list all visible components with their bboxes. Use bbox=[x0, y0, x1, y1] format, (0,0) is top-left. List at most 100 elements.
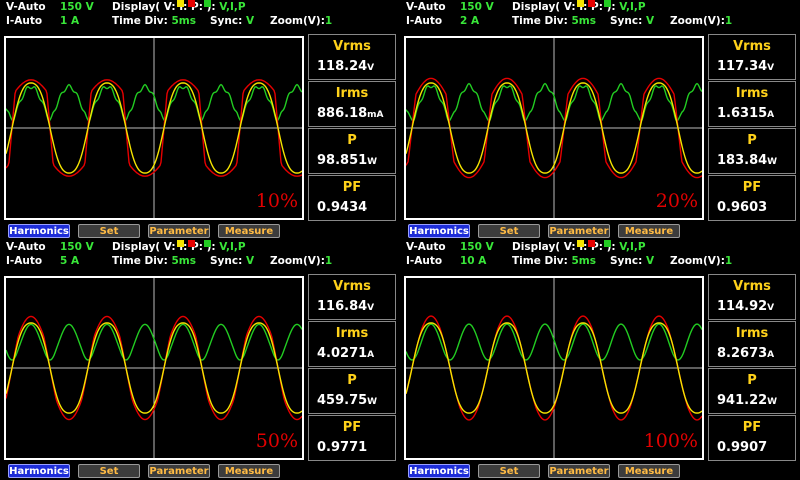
i-mode: I-Auto bbox=[6, 255, 43, 267]
display-setting: Display( V: I: P: ): V,I,P bbox=[512, 240, 646, 253]
power-box: P 98.851W bbox=[308, 128, 396, 174]
time-div: Time Div: 5ms bbox=[512, 255, 596, 267]
irms-label: Irms bbox=[735, 326, 769, 341]
load-percentage: 50% bbox=[255, 430, 298, 452]
power-value: 459.75W bbox=[317, 393, 378, 408]
voltage-color-swatch bbox=[176, 240, 184, 247]
status-header-line2: I-Auto 5 A Time Div: 5ms Sync: V Zoom(V)… bbox=[0, 254, 400, 268]
waveform-display: 20% bbox=[404, 36, 704, 220]
status-header: V-Auto 150 V Display( V: I: P: ): V,I,P bbox=[0, 240, 400, 254]
current-color-swatch bbox=[588, 0, 596, 7]
measure-button[interactable]: Measure bbox=[218, 464, 280, 478]
vrms-box: Vrms 117.34V bbox=[708, 34, 796, 80]
irms-box: Irms 886.18mA bbox=[308, 81, 396, 127]
vrms-box: Vrms 116.84V bbox=[308, 274, 396, 320]
sync: Sync: V bbox=[610, 15, 655, 27]
set-button[interactable]: Set bbox=[478, 464, 540, 478]
status-header-line2: I-Auto 1 A Time Div: 5ms Sync: V Zoom(V)… bbox=[0, 14, 400, 28]
voltage-color-swatch bbox=[576, 240, 584, 247]
analyzer-panel: V-Auto 150 V Display( V: I: P: ): V,I,P … bbox=[400, 0, 800, 240]
v-range: 150 V bbox=[460, 1, 494, 13]
waveform-display: 10% bbox=[4, 36, 304, 220]
time-div: Time Div: 5ms bbox=[112, 15, 196, 27]
zoom: Zoom(V):1 bbox=[670, 15, 733, 27]
pf-value: 0.9771 bbox=[317, 440, 368, 455]
status-header: V-Auto 150 V Display( V: I: P: ): V,I,P bbox=[0, 0, 400, 14]
load-percentage: 10% bbox=[255, 190, 298, 212]
time-div: Time Div: 5ms bbox=[512, 15, 596, 27]
i-range: 2 A bbox=[460, 15, 480, 27]
pf-label: PF bbox=[742, 180, 762, 195]
v-mode: V-Auto bbox=[6, 1, 46, 13]
softkey-bar: Harmonics Set Parameter Measure bbox=[400, 464, 800, 478]
harmonics-button[interactable]: Harmonics bbox=[408, 464, 470, 478]
current-color-swatch bbox=[188, 240, 196, 247]
zoom: Zoom(V):1 bbox=[270, 255, 333, 267]
waveform-display: 100% bbox=[404, 276, 704, 460]
power-color-swatch bbox=[603, 240, 611, 247]
vrms-label: Vrms bbox=[333, 279, 371, 294]
power-label: P bbox=[747, 373, 757, 388]
set-button[interactable]: Set bbox=[78, 224, 140, 238]
harmonics-button[interactable]: Harmonics bbox=[408, 224, 470, 238]
measure-button[interactable]: Measure bbox=[618, 224, 680, 238]
vrms-box: Vrms 114.92V bbox=[708, 274, 796, 320]
i-mode: I-Auto bbox=[406, 15, 443, 27]
parameter-button[interactable]: Parameter bbox=[548, 464, 610, 478]
pf-value: 0.9434 bbox=[317, 200, 368, 215]
measurement-panel: Vrms 114.92V Irms 8.2673A P 941.22W PF 0… bbox=[708, 274, 796, 462]
parameter-button[interactable]: Parameter bbox=[548, 224, 610, 238]
display-setting: Display( V: I: P: ): V,I,P bbox=[112, 240, 246, 253]
vrms-value: 118.24V bbox=[317, 59, 375, 74]
analyzer-panel: V-Auto 150 V Display( V: I: P: ): V,I,P … bbox=[0, 240, 400, 480]
power-label: P bbox=[347, 133, 357, 148]
pf-box: PF 0.9771 bbox=[308, 415, 396, 461]
harmonics-button[interactable]: Harmonics bbox=[8, 224, 70, 238]
measurement-panel: Vrms 117.34V Irms 1.6315A P 183.84W PF 0… bbox=[708, 34, 796, 222]
pf-label: PF bbox=[342, 180, 362, 195]
irms-value: 4.0271A bbox=[317, 346, 375, 361]
zoom: Zoom(V):1 bbox=[670, 255, 733, 267]
parameter-button[interactable]: Parameter bbox=[148, 224, 210, 238]
parameter-button[interactable]: Parameter bbox=[148, 464, 210, 478]
irms-label: Irms bbox=[335, 86, 369, 101]
measure-button[interactable]: Measure bbox=[618, 464, 680, 478]
waveform-display: 50% bbox=[4, 276, 304, 460]
i-mode: I-Auto bbox=[406, 255, 443, 267]
pf-value: 0.9907 bbox=[717, 440, 768, 455]
set-button[interactable]: Set bbox=[478, 224, 540, 238]
softkey-bar: Harmonics Set Parameter Measure bbox=[0, 464, 400, 478]
status-header-line2: I-Auto 2 A Time Div: 5ms Sync: V Zoom(V)… bbox=[400, 14, 800, 28]
load-percentage: 20% bbox=[655, 190, 698, 212]
power-value: 98.851W bbox=[317, 153, 378, 168]
set-button[interactable]: Set bbox=[78, 464, 140, 478]
analyzer-panel: V-Auto 150 V Display( V: I: P: ): V,I,P … bbox=[0, 0, 400, 240]
irms-value: 1.6315A bbox=[717, 106, 775, 121]
harmonics-button[interactable]: Harmonics bbox=[8, 464, 70, 478]
i-range: 10 A bbox=[460, 255, 487, 267]
power-value: 183.84W bbox=[717, 153, 778, 168]
status-header-line2: I-Auto 10 A Time Div: 5ms Sync: V Zoom(V… bbox=[400, 254, 800, 268]
status-header: V-Auto 150 V Display( V: I: P: ): V,I,P bbox=[400, 240, 800, 254]
irms-value: 8.2673A bbox=[717, 346, 775, 361]
power-value: 941.22W bbox=[717, 393, 778, 408]
v-range: 150 V bbox=[460, 241, 494, 253]
power-box: P 183.84W bbox=[708, 128, 796, 174]
vrms-label: Vrms bbox=[733, 39, 771, 54]
irms-label: Irms bbox=[735, 86, 769, 101]
pf-value: 0.9603 bbox=[717, 200, 768, 215]
power-label: P bbox=[747, 133, 757, 148]
voltage-color-swatch bbox=[576, 0, 584, 7]
v-range: 150 V bbox=[60, 1, 94, 13]
i-mode: I-Auto bbox=[6, 15, 43, 27]
measure-button[interactable]: Measure bbox=[218, 224, 280, 238]
irms-value: 886.18mA bbox=[317, 106, 384, 121]
power-color-swatch bbox=[203, 0, 211, 7]
irms-box: Irms 4.0271A bbox=[308, 321, 396, 367]
i-range: 1 A bbox=[60, 15, 80, 27]
vrms-value: 117.34V bbox=[717, 59, 775, 74]
pf-box: PF 0.9603 bbox=[708, 175, 796, 221]
v-range: 150 V bbox=[60, 241, 94, 253]
status-header: V-Auto 150 V Display( V: I: P: ): V,I,P bbox=[400, 0, 800, 14]
softkey-bar: Harmonics Set Parameter Measure bbox=[0, 224, 400, 238]
